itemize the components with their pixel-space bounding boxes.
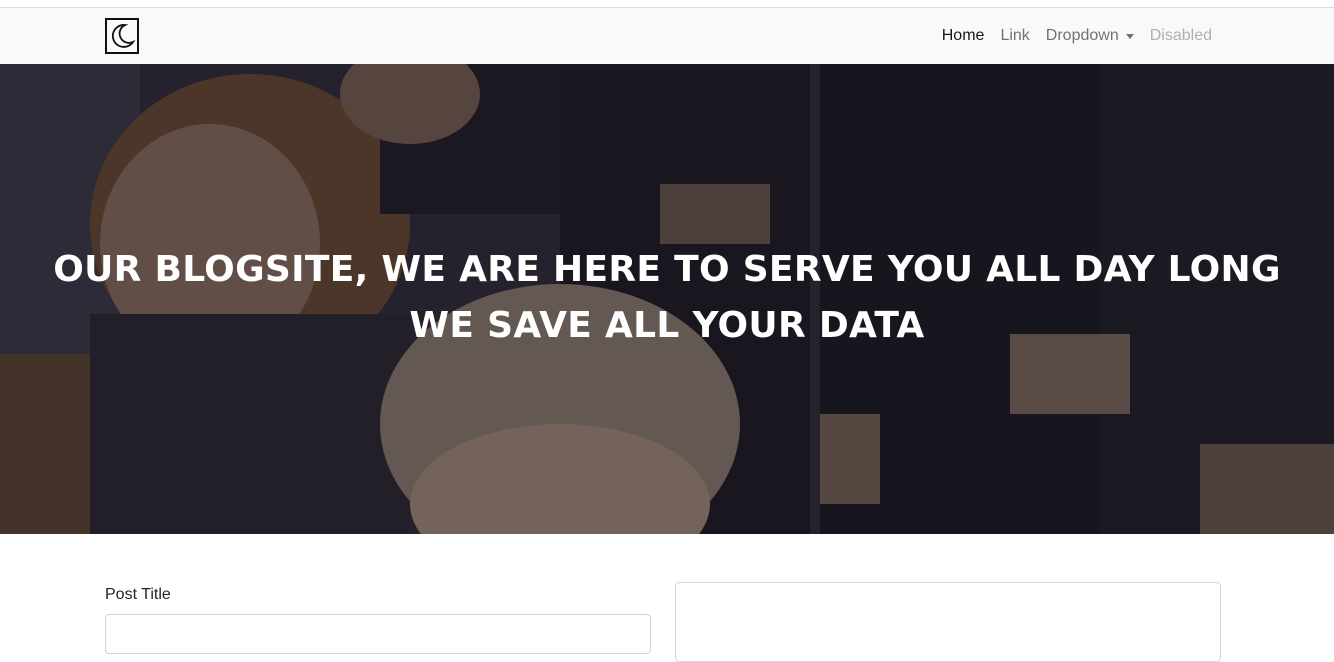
hero-line-1: OUR BLOGSITE, WE ARE HERE TO SERVE YOU A… [53, 249, 1281, 290]
hero-heading: OUR BLOGSITE, WE ARE HERE TO SERVE YOU A… [0, 242, 1334, 354]
nav-dropdown-toggle[interactable]: Dropdown [1046, 27, 1134, 45]
brand-logo[interactable] [105, 18, 139, 54]
hero-banner: OUR BLOGSITE, WE ARE HERE TO SERVE YOU A… [0, 64, 1334, 534]
hero-line-2: WE SAVE ALL YOUR DATA [409, 305, 925, 346]
nav-link-label: Link [1000, 27, 1030, 44]
nav-home-link[interactable]: Home [942, 27, 985, 45]
post-title-label: Post Title [105, 586, 171, 603]
preview-card [675, 582, 1221, 662]
post-title-input[interactable] [105, 614, 651, 654]
caret-down-icon [1125, 33, 1134, 39]
nav-link-link[interactable]: Link [1000, 27, 1029, 45]
post-form-section: Post Title [0, 534, 1334, 662]
nav-links: Home Link Dropdown Disabled [942, 8, 1212, 64]
navbar: Home Link Dropdown Disabled [0, 8, 1334, 64]
nav-dropdown-label: Dropdown [1045, 27, 1119, 44]
nav-disabled-label: Disabled [1149, 27, 1212, 44]
nav-home-label: Home [941, 27, 985, 44]
nav-disabled-link: Disabled [1150, 27, 1212, 45]
top-rule [0, 0, 1334, 8]
crescent-moon-icon [111, 24, 136, 48]
